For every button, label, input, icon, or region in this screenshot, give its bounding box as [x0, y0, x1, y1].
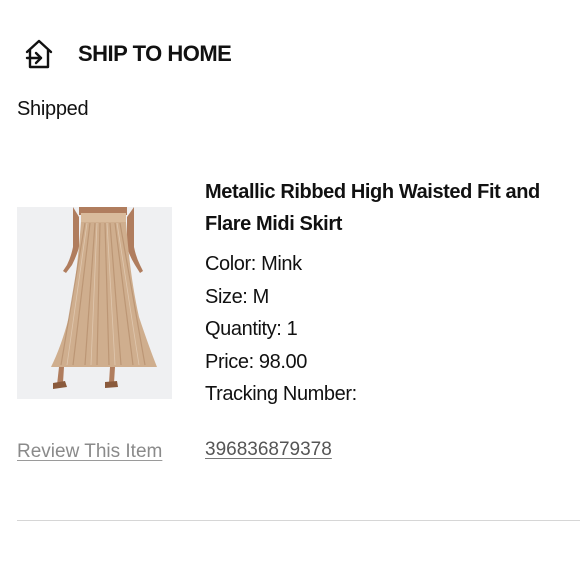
- tracking-number-label: Tracking Number:: [205, 383, 357, 405]
- product-image[interactable]: [17, 207, 172, 399]
- product-photo: [17, 207, 172, 399]
- section-title: SHIP TO HOME: [78, 41, 232, 66]
- item-details: Metallic Ribbed High Waisted Fit and Fla…: [205, 176, 565, 411]
- item-color: Color: Mink: [205, 253, 302, 275]
- ship-to-home-icon: [22, 37, 56, 71]
- item-size: Size: M: [205, 285, 269, 308]
- divider: [17, 520, 580, 521]
- section-header: SHIP TO HOME: [22, 36, 232, 72]
- review-item-link[interactable]: Review This Item: [17, 441, 162, 463]
- item-quantity: Quantity: 1: [205, 318, 298, 340]
- item-price: Price: 98.00: [205, 350, 307, 373]
- order-status: Shipped: [17, 98, 89, 120]
- product-name[interactable]: Metallic Ribbed High Waisted Fit and Fla…: [205, 176, 565, 240]
- tracking-number-link[interactable]: 396836879378: [205, 439, 332, 461]
